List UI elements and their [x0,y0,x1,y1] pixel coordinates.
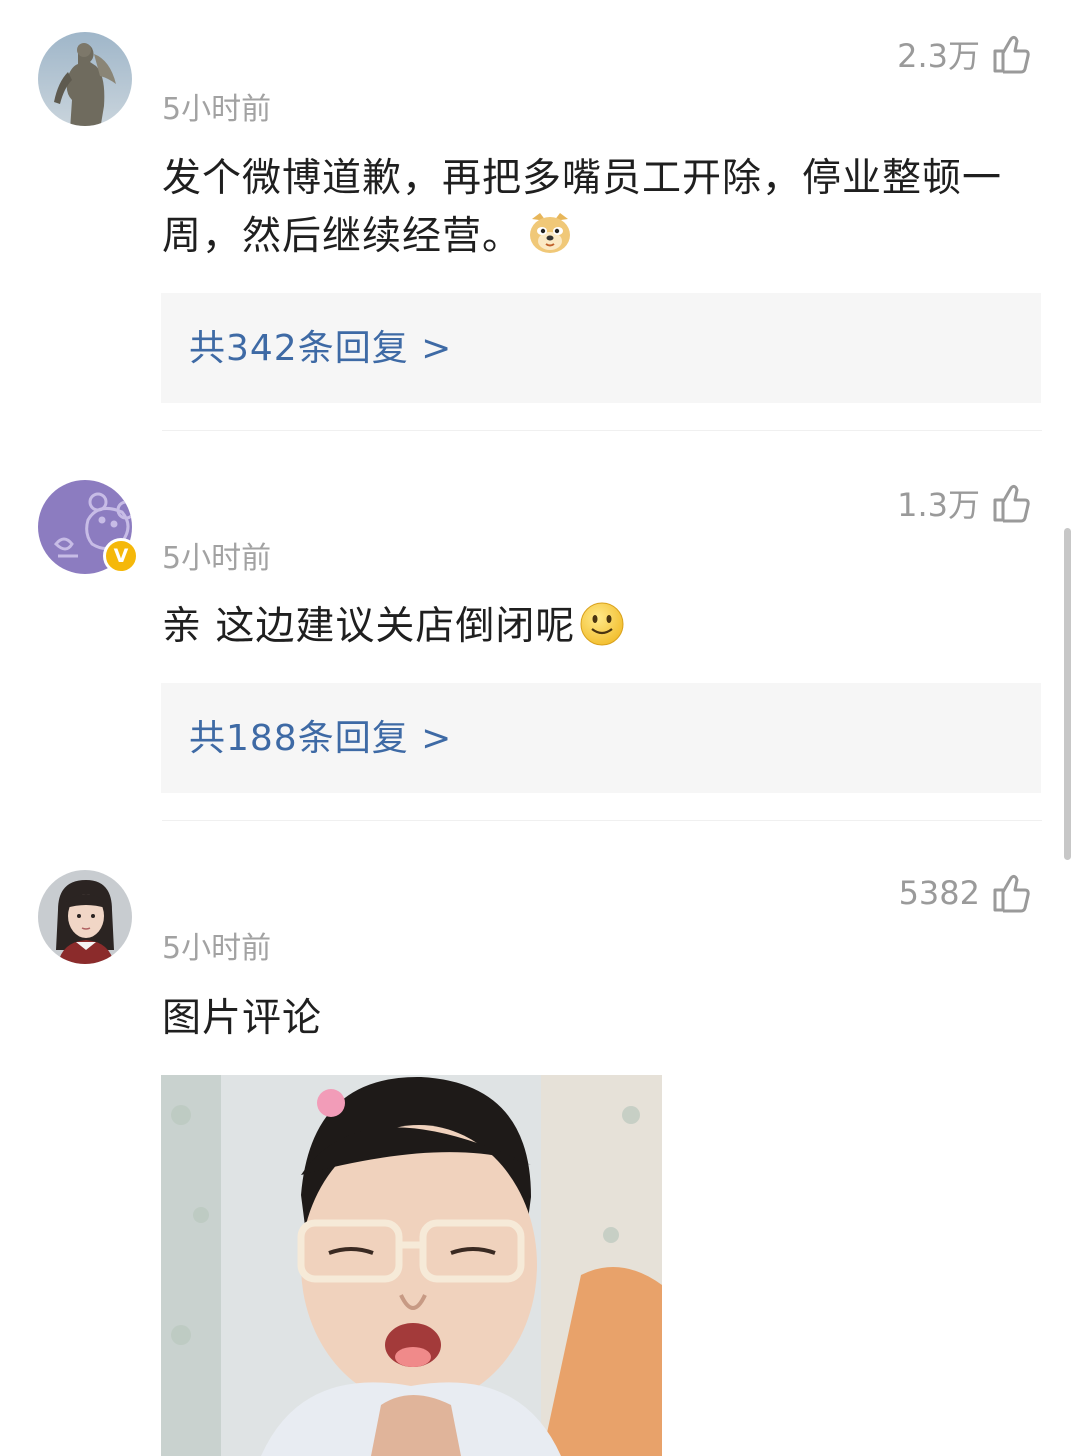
verified-badge: V [103,538,139,574]
comment-text: 发个微博道歉，再把多嘴员工开除，停业整顿一周，然后继续经营。 [162,156,1003,259]
replies-box[interactable]: 共188条回复 > [161,683,1041,793]
comment-time: 5小时前 [162,92,272,127]
meme-girl-glasses-image [161,1075,662,1456]
thumbs-up-icon [993,484,1030,523]
like-count: 2.3万 [897,37,980,75]
scrollbar[interactable] [1064,528,1071,860]
divider [162,430,1042,431]
comment-time: 5小时前 [162,931,272,966]
like-count: 1.3万 [897,486,980,524]
replies-box[interactable]: 共342条回复 > [161,293,1041,403]
like-button[interactable]: 5382 [899,871,1030,915]
comment-image[interactable] [161,1075,662,1456]
girl-avatar-image [38,870,132,964]
avatar[interactable] [38,32,132,126]
smile-emoji-icon [579,601,625,664]
divider [162,820,1042,821]
view-replies-link[interactable]: 共342条回复 > [189,293,452,403]
comment-text-container: 发个微博道歉，再把多嘴员工开除，停业整顿一周，然后继续经营。 [162,150,1032,274]
comment-text: 图片评论 [162,996,323,1041]
like-button[interactable]: 1.3万 [897,481,1030,525]
thumbs-up-icon [993,874,1030,913]
thumbs-up-icon [993,35,1030,74]
avatar[interactable] [38,870,132,964]
comment-text-container: 亲 这边建议关店倒闭呢 [162,598,1032,664]
like-button[interactable]: 2.3万 [897,32,1030,76]
statue-avatar-image [38,32,132,126]
like-count: 5382 [898,874,980,912]
view-replies-link[interactable]: 共188条回复 > [189,683,452,793]
doge-emoji-icon [526,209,574,274]
comment-text: 亲 这边建议关店倒闭呢 [162,604,576,649]
comment-time: 5小时前 [162,541,272,576]
